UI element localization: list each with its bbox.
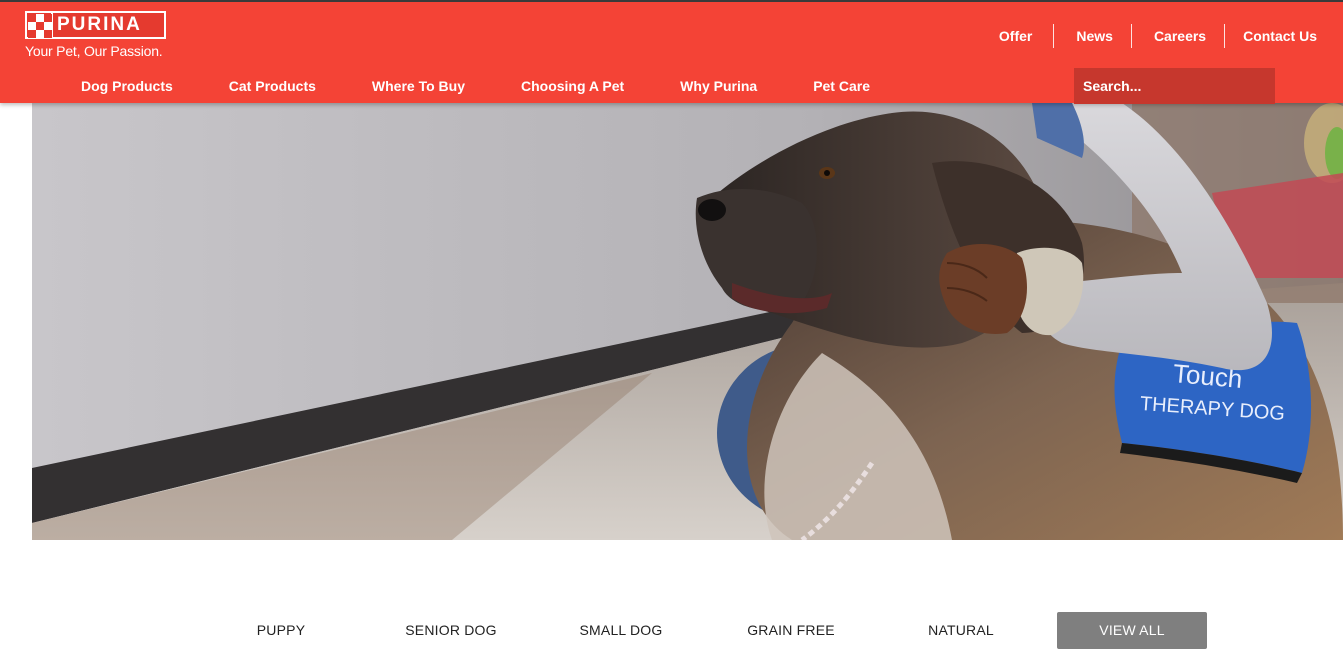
nav-choosing-a-pet[interactable]: Choosing A Pet <box>493 76 652 96</box>
view-all-button[interactable]: VIEW ALL <box>1057 612 1207 649</box>
utility-nav: Offer News Careers Contact Us <box>999 24 1329 48</box>
nav-divider <box>1224 24 1226 48</box>
util-link-offer[interactable]: Offer <box>999 24 1053 48</box>
purina-logo[interactable]: PURINA Your Pet, Our Passion. <box>25 11 175 63</box>
util-link-careers[interactable]: Careers <box>1132 24 1224 48</box>
checkerboard-icon <box>27 13 52 38</box>
nav-divider <box>1053 24 1055 48</box>
search-input[interactable] <box>1074 68 1275 104</box>
hero-banner: Touch THERAPY DOG <box>32 103 1343 540</box>
logo-wordmark: PURINA <box>25 11 166 39</box>
nav-cat-products[interactable]: Cat Products <box>201 76 344 96</box>
filter-senior-dog[interactable]: SENIOR DOG <box>391 612 511 649</box>
util-link-contact-us[interactable]: Contact Us <box>1225 24 1329 48</box>
nav-where-to-buy[interactable]: Where To Buy <box>344 76 493 96</box>
nav-dog-products[interactable]: Dog Products <box>53 76 201 96</box>
main-nav: Dog Products Cat Products Where To Buy C… <box>53 76 898 96</box>
filter-natural[interactable]: NATURAL <box>916 612 1006 649</box>
therapy-dog-photo: Touch THERAPY DOG <box>32 103 1343 540</box>
nav-pet-care[interactable]: Pet Care <box>785 76 898 96</box>
filter-puppy[interactable]: PUPPY <box>236 612 326 649</box>
nav-divider <box>1130 24 1132 48</box>
brand-name: PURINA <box>53 13 164 37</box>
site-header: PURINA Your Pet, Our Passion. Offer News… <box>0 0 1343 104</box>
category-filters: PUPPY SENIOR DOG SMALL DOG GRAIN FREE NA… <box>0 612 1343 649</box>
filter-small-dog[interactable]: SMALL DOG <box>566 612 676 649</box>
brand-tagline: Your Pet, Our Passion. <box>25 43 163 59</box>
util-link-news[interactable]: News <box>1054 24 1131 48</box>
filter-grain-free[interactable]: GRAIN FREE <box>736 612 846 649</box>
nav-why-purina[interactable]: Why Purina <box>652 76 785 96</box>
